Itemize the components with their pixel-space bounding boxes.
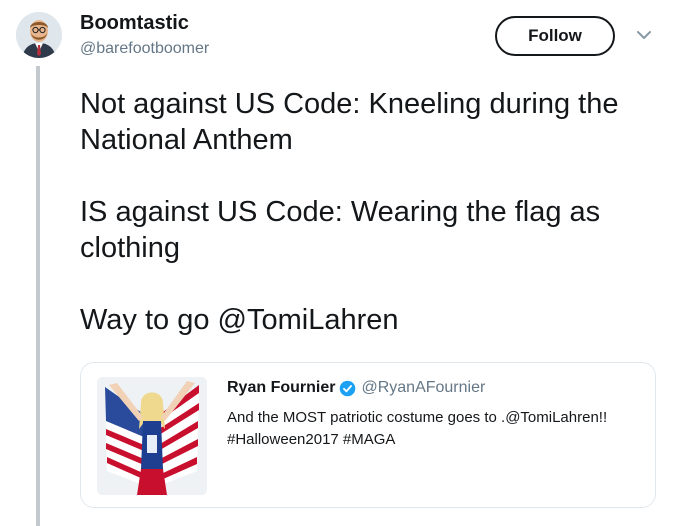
quoted-tweet-text: And the MOST patriotic costume goes to .… (227, 409, 608, 448)
flag-costume-photo (97, 377, 207, 495)
author-handle[interactable]: @barefootboomer (80, 40, 209, 58)
verified-badge-icon (340, 380, 356, 396)
quoted-author-handle[interactable]: @RyanAFournier (361, 379, 485, 397)
tweet-paragraph: Not against US Code: Kneeling during the… (80, 88, 619, 156)
quoted-tweet-card[interactable]: Ryan Fournier @RyanAFournier And the MOS… (80, 362, 656, 508)
tweet-paragraph: IS against US Code: Wearing the flag as … (80, 196, 601, 264)
thread-line (36, 66, 40, 526)
quoted-author-name[interactable]: Ryan Fournier (227, 379, 335, 397)
tweet-paragraph: Way to go @TomiLahren (80, 304, 399, 336)
chevron-down-icon[interactable] (635, 28, 653, 42)
author-display-name[interactable]: Boomtastic (80, 12, 189, 35)
quoted-tweet-header: Ryan Fournier @RyanAFournier (227, 379, 485, 397)
tweet-text: Not against US Code: Kneeling during the… (80, 86, 680, 338)
quoted-tweet-image[interactable] (97, 377, 207, 495)
follow-button[interactable]: Follow (495, 16, 615, 56)
bitmoji-avatar-icon (16, 12, 62, 58)
author-avatar[interactable] (16, 12, 62, 58)
